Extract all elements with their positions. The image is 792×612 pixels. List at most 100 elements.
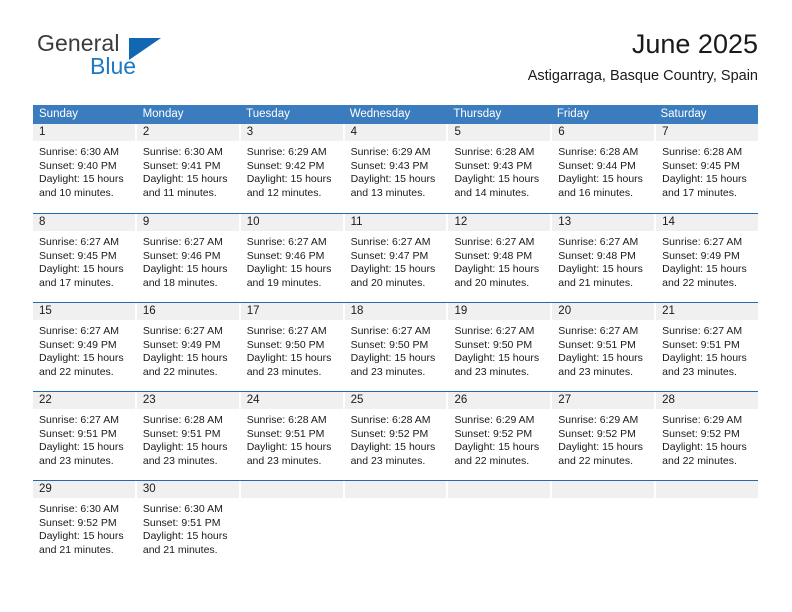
day-cell[interactable]: 5 Sunrise: 6:28 AM Sunset: 9:43 PM Dayli… (448, 124, 551, 213)
sunset-text: Sunset: 9:49 PM (662, 249, 740, 262)
sunset-text: Sunset: 9:52 PM (662, 427, 740, 440)
sunset-text: Sunset: 9:49 PM (39, 338, 117, 351)
day-number: 4 (344, 124, 447, 141)
sunset-text: Sunset: 9:52 PM (350, 427, 429, 440)
day-info: Sunrise: 6:27 AM Sunset: 9:47 PM Dayligh… (345, 231, 447, 290)
day-number: 24 (240, 392, 343, 409)
day-number: 17 (240, 303, 343, 320)
page-subtitle: Astigarraga, Basque Country, Spain (527, 68, 758, 84)
daylight-text: Daylight: 15 hours and 17 minutes. (662, 173, 747, 199)
day-cell[interactable]: 27 Sunrise: 6:29 AM Sunset: 9:52 PM Dayl… (552, 392, 655, 480)
day-cell[interactable]: 2 Sunrise: 6:30 AM Sunset: 9:41 PM Dayli… (136, 124, 239, 213)
sunset-text: Sunset: 9:41 PM (142, 159, 221, 172)
day-cell[interactable]: 24 Sunrise: 6:28 AM Sunset: 9:51 PM Dayl… (240, 392, 343, 480)
sunset-text: Sunset: 9:42 PM (246, 159, 325, 172)
day-info: Sunrise: 6:28 AM Sunset: 9:51 PM Dayligh… (137, 409, 239, 468)
day-cell[interactable]: 28 Sunrise: 6:29 AM Sunset: 9:52 PM Dayl… (656, 392, 759, 480)
sunrise-text: Sunrise: 6:29 AM (454, 414, 535, 426)
day-cell[interactable]: 30 Sunrise: 6:30 AM Sunset: 9:51 PM Dayl… (136, 481, 239, 572)
sunrise-text: Sunrise: 6:27 AM (246, 236, 327, 248)
day-cell[interactable]: 12 Sunrise: 6:27 AM Sunset: 9:48 PM Dayl… (448, 214, 551, 302)
day-number: 15 (33, 303, 135, 320)
sunset-text: Sunset: 9:52 PM (558, 427, 636, 440)
daylight-text: Daylight: 15 hours and 21 minutes. (558, 263, 643, 289)
day-cell[interactable]: 17 Sunrise: 6:27 AM Sunset: 9:50 PM Dayl… (240, 303, 343, 391)
day-cell[interactable]: 1 Sunrise: 6:30 AM Sunset: 9:40 PM Dayli… (33, 124, 135, 213)
sunset-text: Sunset: 9:51 PM (39, 427, 117, 440)
day-number: 8 (33, 214, 135, 231)
sunset-text: Sunset: 9:52 PM (454, 427, 533, 440)
day-number: 16 (136, 303, 239, 320)
day-cell[interactable]: 10 Sunrise: 6:27 AM Sunset: 9:46 PM Dayl… (240, 214, 343, 302)
sunrise-text: Sunrise: 6:27 AM (558, 325, 639, 337)
day-number: 13 (552, 214, 655, 231)
sunset-text: Sunset: 9:50 PM (454, 338, 533, 351)
sunrise-text: Sunrise: 6:27 AM (39, 236, 119, 248)
day-cell[interactable]: 20 Sunrise: 6:27 AM Sunset: 9:51 PM Dayl… (552, 303, 655, 391)
day-cell[interactable]: 23 Sunrise: 6:28 AM Sunset: 9:51 PM Dayl… (136, 392, 239, 480)
weekday-header-tuesday: Tuesday (246, 108, 290, 120)
day-info: Sunrise: 6:28 AM Sunset: 9:51 PM Dayligh… (241, 409, 343, 468)
daylight-text: Daylight: 15 hours and 11 minutes. (142, 173, 228, 199)
day-cell-empty (448, 481, 551, 572)
day-info: Sunrise: 6:28 AM Sunset: 9:43 PM Dayligh… (448, 141, 550, 200)
day-cell[interactable]: 15 Sunrise: 6:27 AM Sunset: 9:49 PM Dayl… (33, 303, 135, 391)
day-cell[interactable]: 14 Sunrise: 6:27 AM Sunset: 9:49 PM Dayl… (656, 214, 759, 302)
day-cell[interactable]: 22 Sunrise: 6:27 AM Sunset: 9:51 PM Dayl… (33, 392, 135, 480)
day-info: Sunrise: 6:27 AM Sunset: 9:51 PM Dayligh… (552, 320, 654, 379)
sunrise-text: Sunrise: 6:27 AM (350, 236, 431, 248)
day-cell[interactable]: 3 Sunrise: 6:29 AM Sunset: 9:42 PM Dayli… (240, 124, 343, 213)
day-number: 3 (240, 124, 343, 141)
day-cell[interactable]: 19 Sunrise: 6:27 AM Sunset: 9:50 PM Dayl… (448, 303, 551, 391)
sunset-text: Sunset: 9:45 PM (39, 249, 117, 262)
day-number: 20 (552, 303, 655, 320)
sunset-text: Sunset: 9:49 PM (142, 338, 221, 351)
daylight-text: Daylight: 15 hours and 22 minutes. (454, 441, 540, 467)
daylight-text: Daylight: 15 hours and 16 minutes. (558, 173, 643, 199)
day-number: 5 (448, 124, 551, 141)
day-cell[interactable]: 16 Sunrise: 6:27 AM Sunset: 9:49 PM Dayl… (136, 303, 239, 391)
week-row: 15 Sunrise: 6:27 AM Sunset: 9:49 PM Dayl… (33, 302, 759, 391)
sunrise-text: Sunrise: 6:29 AM (558, 414, 639, 426)
daylight-text: Daylight: 15 hours and 14 minutes. (454, 173, 540, 199)
day-cell[interactable]: 13 Sunrise: 6:27 AM Sunset: 9:48 PM Dayl… (552, 214, 655, 302)
day-cell[interactable]: 29 Sunrise: 6:30 AM Sunset: 9:52 PM Dayl… (33, 481, 135, 572)
day-number: 2 (136, 124, 239, 141)
sunrise-text: Sunrise: 6:29 AM (246, 146, 327, 158)
day-cell[interactable]: 26 Sunrise: 6:29 AM Sunset: 9:52 PM Dayl… (448, 392, 551, 480)
page-title: June 2025 (631, 29, 758, 59)
sunset-text: Sunset: 9:50 PM (246, 338, 325, 351)
day-cell[interactable]: 9 Sunrise: 6:27 AM Sunset: 9:46 PM Dayli… (136, 214, 239, 302)
sunrise-text: Sunrise: 6:27 AM (454, 236, 535, 248)
daylight-text: Daylight: 15 hours and 19 minutes. (246, 263, 332, 289)
weekday-header-sunday: Sunday (39, 108, 79, 120)
day-number (240, 481, 343, 498)
day-info: Sunrise: 6:29 AM Sunset: 9:52 PM Dayligh… (448, 409, 550, 468)
day-cell[interactable]: 18 Sunrise: 6:27 AM Sunset: 9:50 PM Dayl… (344, 303, 447, 391)
day-cell[interactable]: 25 Sunrise: 6:28 AM Sunset: 9:52 PM Dayl… (344, 392, 447, 480)
day-cell[interactable]: 11 Sunrise: 6:27 AM Sunset: 9:47 PM Dayl… (344, 214, 447, 302)
sunset-text: Sunset: 9:52 PM (39, 516, 117, 529)
weekday-header-wednesday: Wednesday (349, 108, 411, 120)
sunrise-text: Sunrise: 6:28 AM (142, 414, 223, 426)
day-cell[interactable]: 4 Sunrise: 6:29 AM Sunset: 9:43 PM Dayli… (344, 124, 447, 213)
day-cell[interactable]: 6 Sunrise: 6:28 AM Sunset: 9:44 PM Dayli… (552, 124, 655, 213)
calendar-grid: Sunday Monday Tuesday Wednesday Thursday… (33, 105, 759, 572)
daylight-text: Daylight: 15 hours and 23 minutes. (454, 352, 540, 378)
sunrise-text: Sunrise: 6:27 AM (142, 325, 223, 337)
sunrise-text: Sunrise: 6:29 AM (350, 146, 431, 158)
week-row: 8 Sunrise: 6:27 AM Sunset: 9:45 PM Dayli… (33, 213, 759, 302)
sunrise-text: Sunrise: 6:30 AM (142, 146, 223, 158)
daylight-text: Daylight: 15 hours and 23 minutes. (662, 352, 747, 378)
sunrise-text: Sunrise: 6:27 AM (142, 236, 223, 248)
sunset-text: Sunset: 9:51 PM (558, 338, 636, 351)
sunrise-text: Sunrise: 6:27 AM (350, 325, 431, 337)
day-cell[interactable]: 8 Sunrise: 6:27 AM Sunset: 9:45 PM Dayli… (33, 214, 135, 302)
day-number: 9 (136, 214, 239, 231)
day-cell[interactable]: 21 Sunrise: 6:27 AM Sunset: 9:51 PM Dayl… (656, 303, 759, 391)
day-number (656, 481, 759, 498)
day-cell[interactable]: 7 Sunrise: 6:28 AM Sunset: 9:45 PM Dayli… (656, 124, 759, 213)
day-number: 14 (656, 214, 759, 231)
sunset-text: Sunset: 9:51 PM (662, 338, 740, 351)
weekday-header-thursday: Thursday (453, 108, 502, 120)
